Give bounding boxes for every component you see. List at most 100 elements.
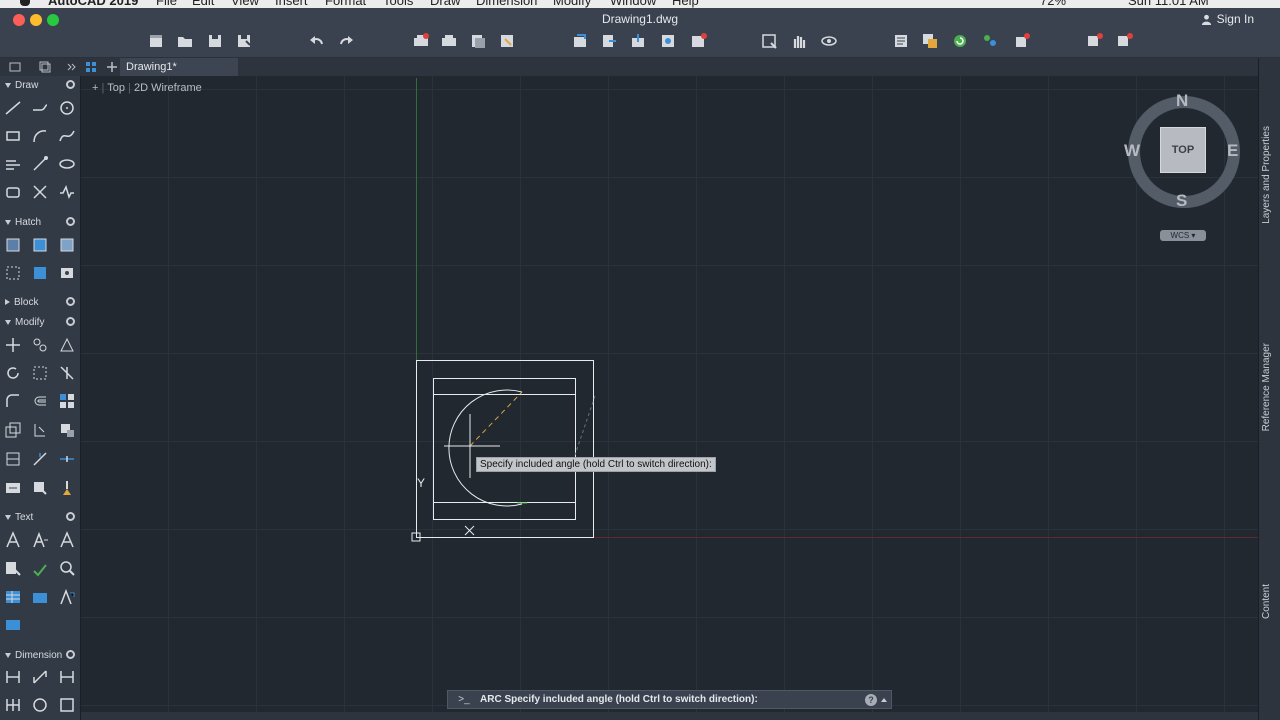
gear-icon[interactable] bbox=[66, 317, 75, 326]
properties-icon[interactable] bbox=[892, 32, 910, 50]
spellcheck-icon[interactable] bbox=[31, 559, 49, 577]
viewport-visual-style[interactable]: 2D Wireframe bbox=[134, 82, 202, 94]
viewcube-top-face[interactable]: TOP bbox=[1160, 127, 1206, 173]
linear-dim-icon[interactable] bbox=[4, 668, 22, 686]
menu-insert[interactable]: Insert bbox=[275, 0, 308, 8]
viewport-view[interactable]: Top bbox=[107, 82, 125, 94]
color-picker-icon[interactable] bbox=[981, 32, 999, 50]
undo-icon[interactable] bbox=[308, 32, 326, 50]
mirror-icon[interactable] bbox=[31, 364, 49, 382]
region-icon[interactable] bbox=[4, 183, 22, 201]
help-icon[interactable]: ? bbox=[865, 693, 877, 706]
baseline-dim-icon[interactable] bbox=[58, 668, 76, 686]
stretch-icon[interactable] bbox=[58, 336, 76, 354]
wipeout-icon[interactable] bbox=[31, 264, 49, 282]
compass-west[interactable]: W bbox=[1124, 141, 1140, 161]
scale-icon[interactable] bbox=[4, 421, 22, 439]
command-line[interactable]: >_ ARC Specify included angle (hold Ctrl… bbox=[447, 690, 892, 709]
command-history-caret-icon[interactable] bbox=[881, 697, 887, 702]
drawing-viewport[interactable] bbox=[81, 76, 1258, 720]
pan-hand-icon[interactable] bbox=[790, 32, 808, 50]
hatch-icon[interactable] bbox=[4, 236, 22, 254]
gear-icon[interactable] bbox=[66, 650, 75, 659]
print-icon[interactable] bbox=[440, 32, 458, 50]
polyline-icon[interactable] bbox=[31, 99, 49, 117]
explode-icon[interactable] bbox=[31, 421, 49, 439]
section-text[interactable]: Text bbox=[0, 509, 80, 525]
revcloud-icon[interactable] bbox=[58, 183, 76, 201]
section-dimension[interactable]: Dimension bbox=[0, 647, 80, 663]
menu-view[interactable]: View bbox=[231, 0, 259, 8]
tab-drawing1[interactable]: Drawing1* bbox=[120, 58, 238, 76]
ellipse-icon[interactable] bbox=[58, 155, 76, 173]
scale-text-icon[interactable] bbox=[58, 588, 76, 606]
move-icon[interactable] bbox=[4, 336, 22, 354]
viewport-controls[interactable]: + | Top | 2D Wireframe bbox=[92, 82, 202, 94]
menu-format[interactable]: Format bbox=[325, 0, 366, 8]
aligned-dim-icon[interactable] bbox=[31, 668, 49, 686]
text-edit-icon[interactable] bbox=[4, 559, 22, 577]
command-prompt-icon[interactable]: >_ bbox=[448, 694, 480, 705]
region-hatch-icon[interactable] bbox=[4, 264, 22, 282]
field-icon[interactable] bbox=[31, 588, 49, 606]
section-block[interactable]: Block bbox=[0, 294, 80, 310]
edit-polyline-icon[interactable] bbox=[4, 479, 22, 497]
section-draw[interactable]: Draw bbox=[0, 77, 80, 93]
import-icon[interactable] bbox=[571, 32, 589, 50]
layers-icon[interactable] bbox=[921, 32, 939, 50]
table-icon[interactable] bbox=[4, 588, 22, 606]
menu-edit[interactable]: Edit bbox=[192, 0, 214, 8]
fillet-icon[interactable] bbox=[4, 392, 22, 410]
menu-window[interactable]: Window bbox=[610, 0, 656, 8]
layout-icon[interactable] bbox=[38, 60, 52, 74]
radius-dim-icon[interactable] bbox=[31, 696, 49, 714]
reference-manager-panel-tab[interactable]: Reference Manager bbox=[1261, 343, 1272, 431]
paint-brush-icon[interactable] bbox=[58, 479, 76, 497]
boundary-icon[interactable] bbox=[58, 236, 76, 254]
xline-icon[interactable] bbox=[31, 183, 49, 201]
ordinate-dim-icon[interactable] bbox=[58, 696, 76, 714]
web-mobile-icon[interactable] bbox=[690, 32, 708, 50]
arc-icon[interactable] bbox=[31, 127, 49, 145]
grid-view-icon[interactable] bbox=[84, 60, 98, 74]
match-prop-icon[interactable] bbox=[31, 479, 49, 497]
gear-icon[interactable] bbox=[66, 217, 75, 226]
new-file-icon[interactable] bbox=[147, 32, 165, 50]
plot-icon[interactable] bbox=[412, 32, 430, 50]
section-modify[interactable]: Modify bbox=[0, 314, 80, 330]
redo-icon[interactable] bbox=[337, 32, 355, 50]
batch-plot-icon[interactable] bbox=[498, 32, 516, 50]
join-icon[interactable] bbox=[58, 450, 76, 468]
compass-south[interactable]: S bbox=[1176, 191, 1187, 211]
open-folder-icon[interactable] bbox=[176, 32, 194, 50]
viewport-menu[interactable]: + bbox=[92, 82, 98, 94]
new-tab-icon[interactable] bbox=[105, 60, 119, 74]
array-icon[interactable] bbox=[58, 392, 76, 410]
find-text-icon[interactable] bbox=[58, 559, 76, 577]
gear-icon[interactable] bbox=[66, 80, 75, 89]
erase-icon[interactable] bbox=[58, 421, 76, 439]
export-icon[interactable] bbox=[600, 32, 618, 50]
ucs-menu-button[interactable]: WCS ▾ bbox=[1160, 230, 1206, 241]
publish-icon[interactable] bbox=[469, 32, 487, 50]
match-properties-icon[interactable] bbox=[1013, 32, 1031, 50]
circle-icon[interactable] bbox=[58, 99, 76, 117]
menu-tools[interactable]: Tools bbox=[383, 0, 413, 8]
menu-help[interactable]: Help bbox=[672, 0, 699, 8]
content-panel-tab[interactable]: Content bbox=[1261, 584, 1272, 619]
trim-icon[interactable] bbox=[58, 364, 76, 382]
copy-icon[interactable] bbox=[31, 336, 49, 354]
sign-in-button[interactable]: Sign In bbox=[1201, 12, 1254, 26]
menu-file[interactable]: File bbox=[156, 0, 177, 8]
design-center-icon[interactable] bbox=[1116, 32, 1134, 50]
mtext-icon[interactable] bbox=[4, 531, 22, 549]
offset-icon[interactable] bbox=[31, 392, 49, 410]
save-icon[interactable] bbox=[206, 32, 224, 50]
collapse-chevron-icon[interactable] bbox=[64, 60, 78, 74]
gear-icon[interactable] bbox=[66, 297, 75, 306]
spline-icon[interactable] bbox=[58, 127, 76, 145]
extend-icon[interactable] bbox=[31, 450, 49, 468]
panels-icon[interactable] bbox=[8, 60, 22, 74]
text-style-icon[interactable] bbox=[58, 531, 76, 549]
compass-north[interactable]: N bbox=[1176, 91, 1188, 111]
